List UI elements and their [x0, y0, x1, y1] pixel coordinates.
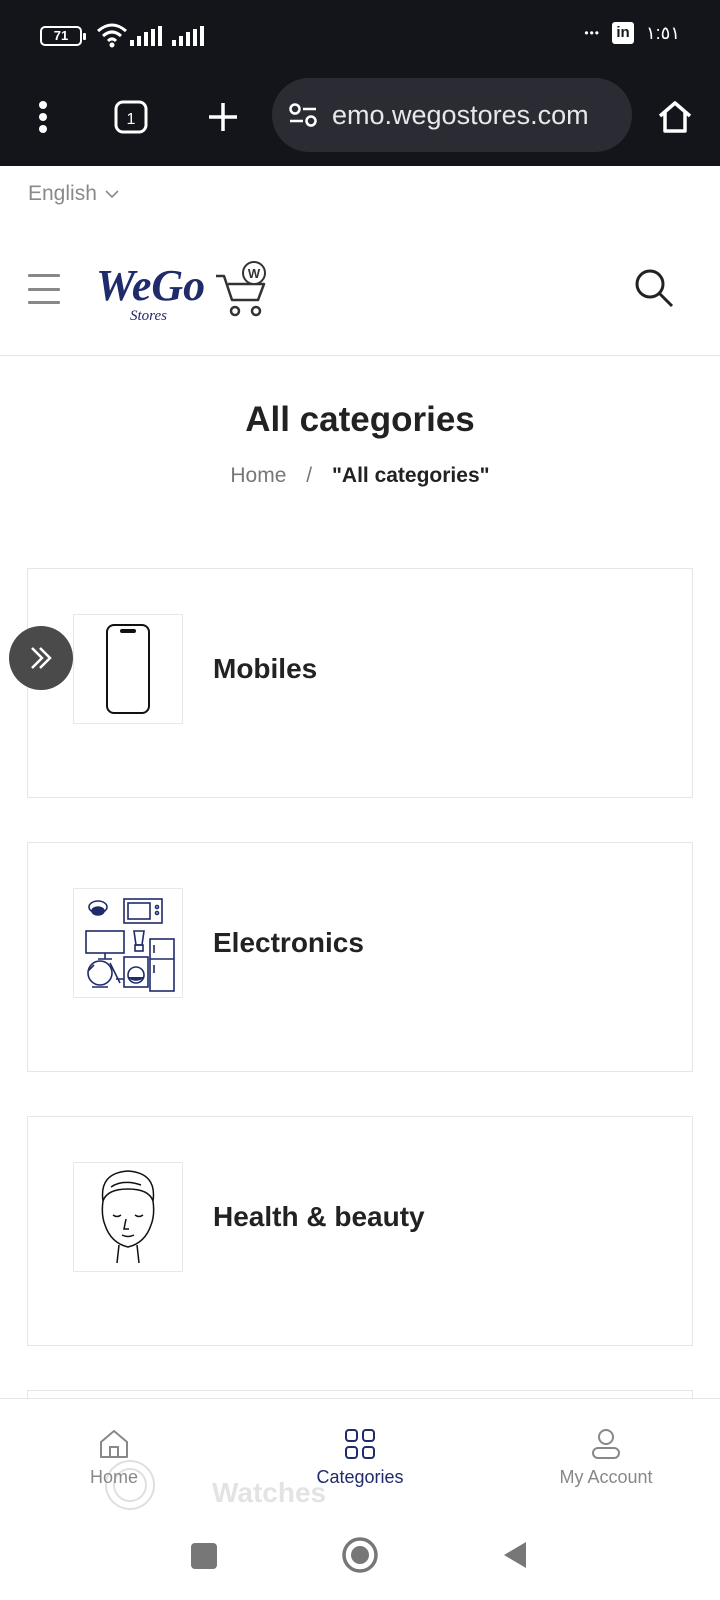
electronics-icon [73, 888, 183, 998]
new-tab-icon[interactable] [198, 92, 248, 142]
nav-home[interactable]: Home [34, 1427, 194, 1488]
category-name: Health & beauty [213, 1201, 425, 1232]
category-name: Electronics [213, 927, 364, 958]
category-name: Mobiles [213, 653, 318, 684]
status-bar: 71 ••• in ١:٥١ [0, 0, 720, 70]
nav-account[interactable]: My Account [526, 1427, 686, 1488]
face-towel-icon [73, 1162, 183, 1272]
category-card-electronics[interactable]: Electronics [27, 842, 693, 1072]
signal-icon-2 [172, 26, 204, 46]
back-icon[interactable] [502, 1540, 528, 1570]
site-header: WeGo Stores W [0, 240, 720, 356]
svg-text:WeGo: WeGo [96, 261, 205, 310]
signal-icon [130, 26, 162, 46]
nav-categories[interactable]: Categories [280, 1427, 440, 1488]
home-icon [100, 1430, 128, 1458]
mobile-phone-icon [73, 614, 183, 724]
grid-icon [345, 1429, 375, 1459]
category-card-mobiles[interactable]: Mobiles [27, 568, 693, 798]
url-bar[interactable]: emo.wegostores.com [272, 78, 632, 152]
chevron-down-icon [105, 190, 119, 199]
user-icon [592, 1429, 620, 1459]
more-dots: ••• [584, 26, 600, 40]
language-label: English [28, 182, 97, 205]
breadcrumb-current: "All categories" [331, 464, 490, 487]
breadcrumb: Home / "All categories" [0, 464, 720, 488]
battery-indicator: 71 [40, 26, 86, 46]
wego-logo[interactable]: WeGo Stores W [96, 256, 276, 331]
breadcrumb-separator: / [306, 464, 313, 487]
url-text[interactable]: emo.wegostores.com [332, 100, 589, 131]
home-browser-icon[interactable] [650, 92, 700, 142]
expand-sidebar-button[interactable] [9, 626, 73, 690]
android-navigation-bar [0, 1512, 720, 1600]
site-settings-icon[interactable] [288, 102, 318, 128]
status-right: ••• in ١:٥١ [584, 22, 680, 44]
clock: ١:٥١ [645, 22, 680, 43]
svg-text:1: 1 [127, 111, 136, 128]
home-circle-icon[interactable] [341, 1536, 379, 1574]
nav-account-label: My Account [559, 1467, 653, 1487]
svg-text:Stores: Stores [130, 308, 167, 324]
wifi-icon [97, 23, 127, 48]
nav-home-label: Home [89, 1467, 138, 1487]
bottom-navigation: Watches Home Categories My Account [0, 1398, 720, 1512]
language-selector[interactable]: English [28, 182, 119, 206]
page-title: All categories [245, 400, 475, 439]
svg-text:W: W [248, 266, 261, 281]
tabs-icon[interactable]: 1 [106, 92, 156, 142]
category-card-health-beauty[interactable]: Health & beauty [27, 1116, 693, 1346]
double-chevron-right-icon [31, 647, 52, 669]
menu-icon[interactable] [28, 274, 60, 304]
breadcrumb-home[interactable]: Home [230, 464, 286, 487]
recents-icon[interactable] [190, 1542, 218, 1570]
browser-menu-icon[interactable] [18, 92, 68, 142]
linkedin-icon: in [611, 22, 634, 44]
nav-categories-label: Categories [316, 1467, 404, 1487]
browser-toolbar: 1 emo.wegostores.com [0, 70, 720, 166]
search-icon[interactable] [634, 268, 674, 308]
